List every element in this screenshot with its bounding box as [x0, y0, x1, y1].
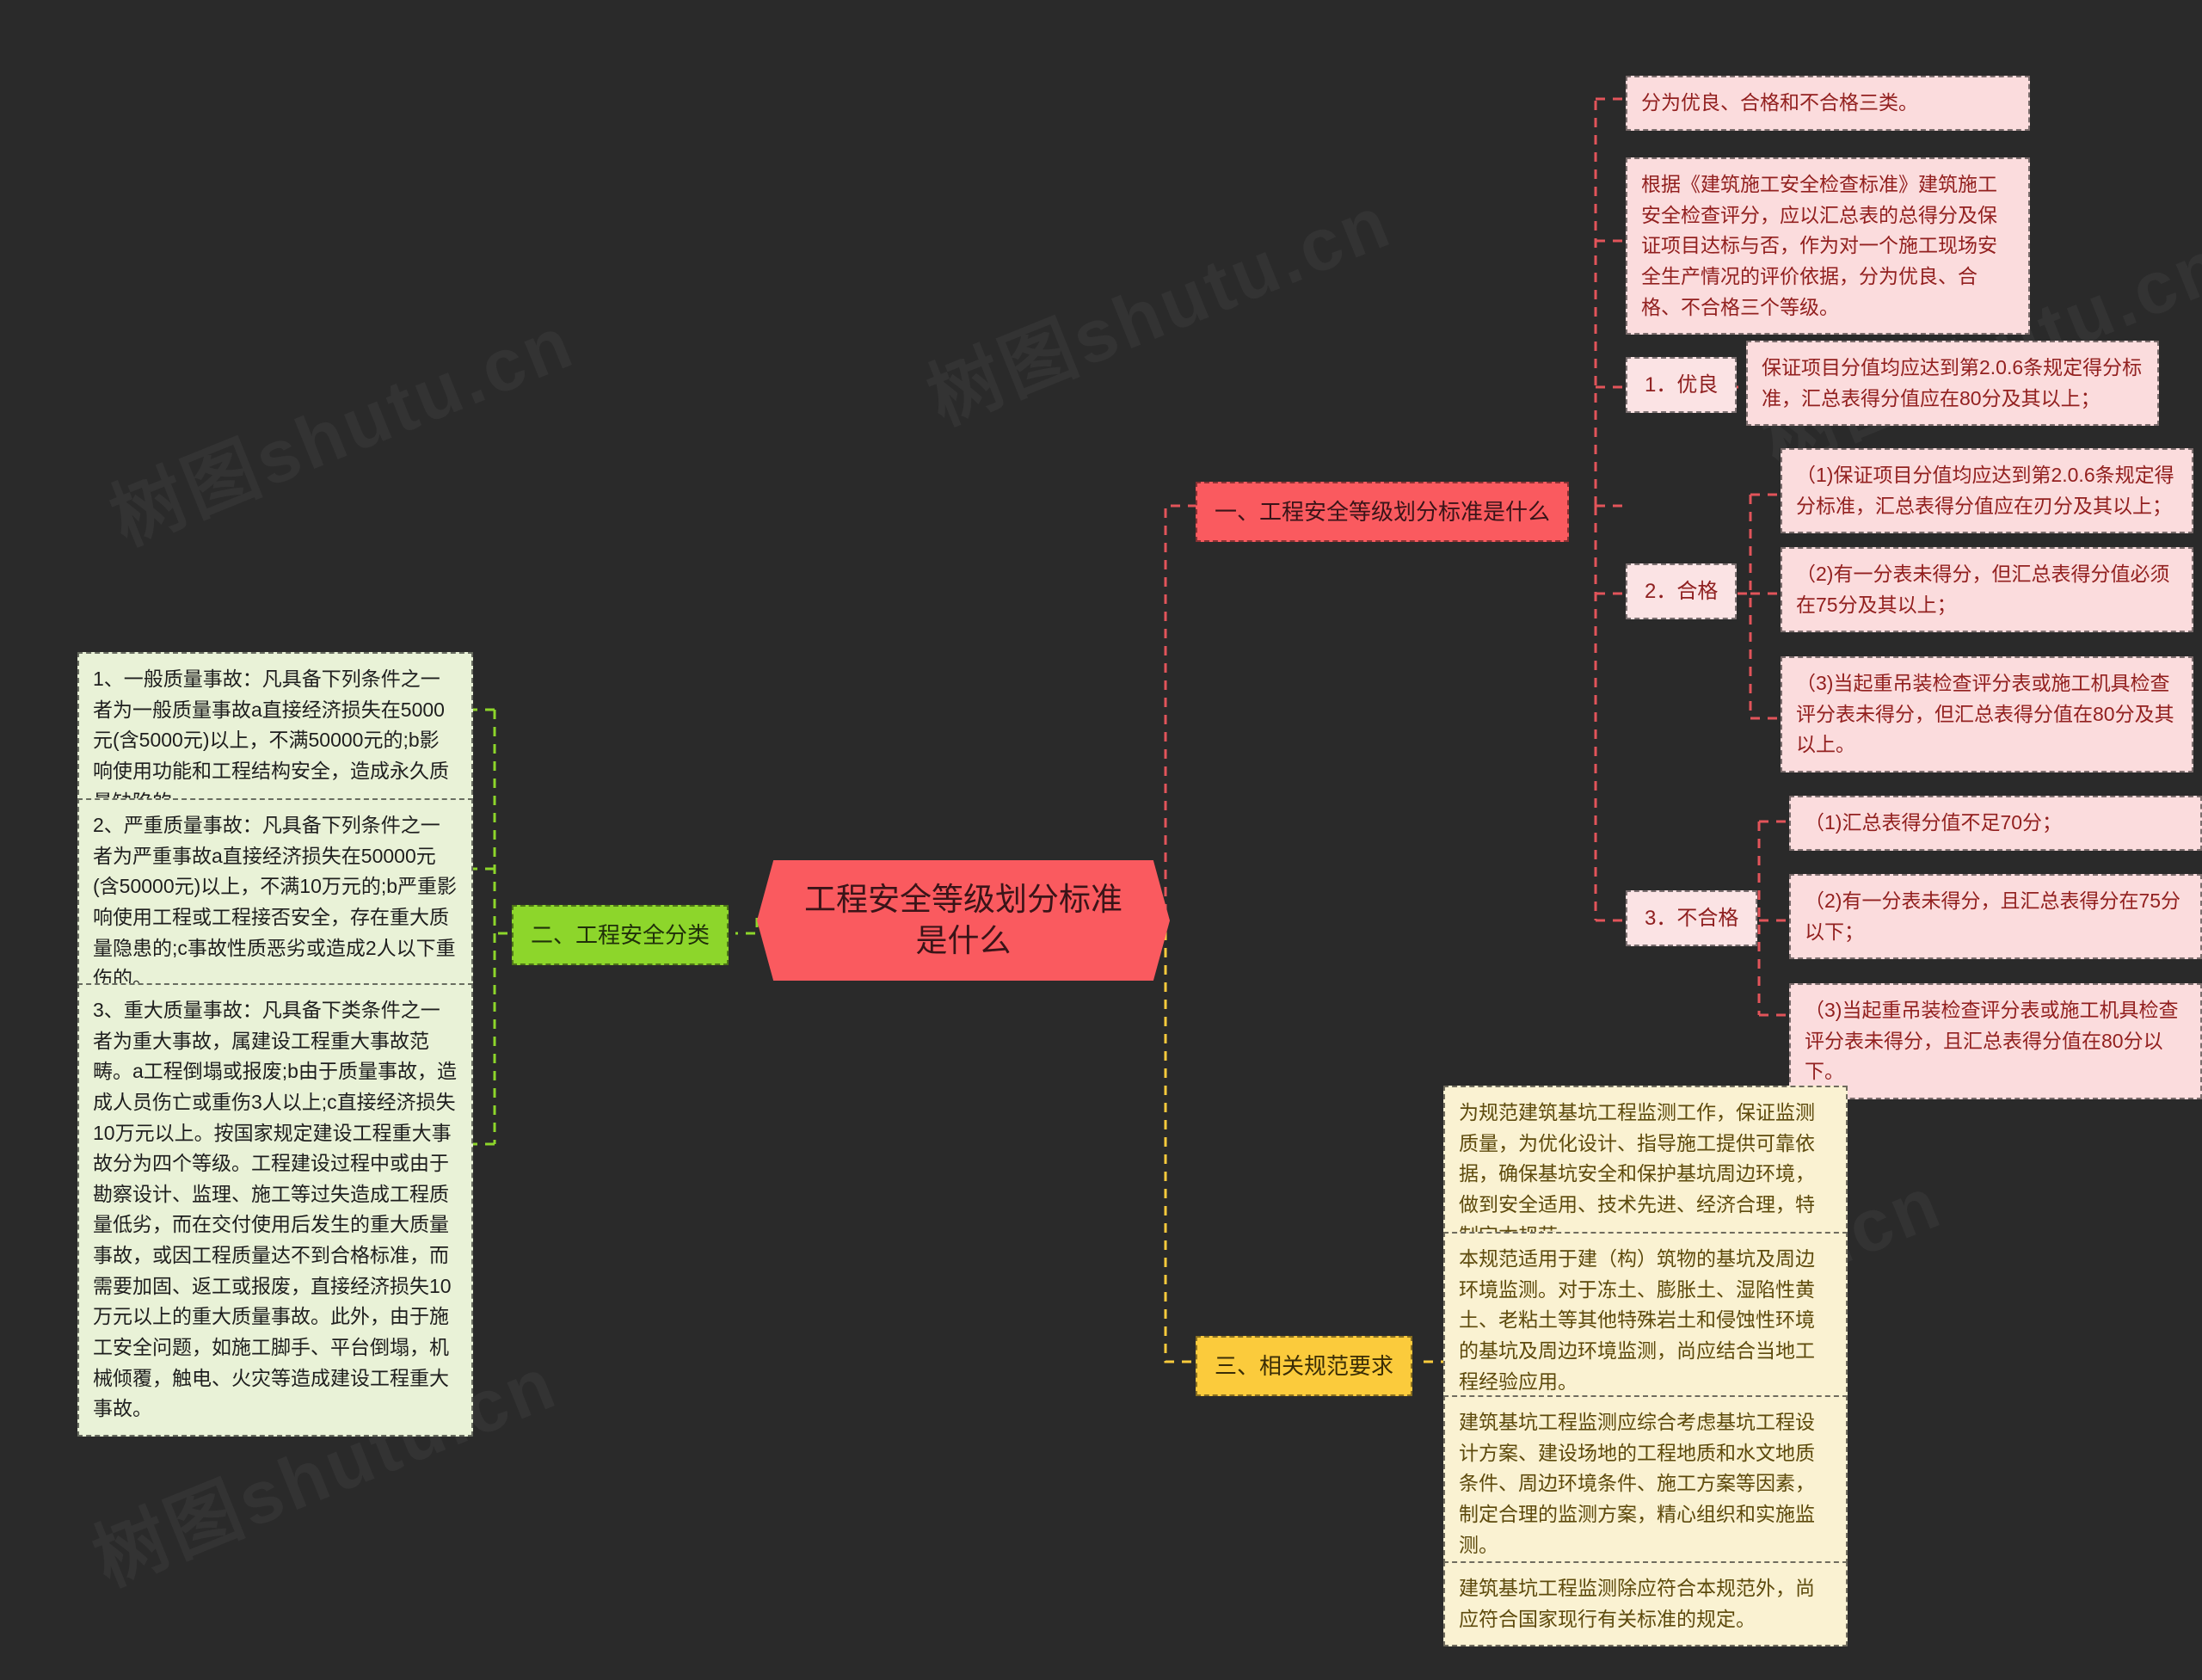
- chip-grade-qualified[interactable]: 2．合格: [1626, 563, 1738, 620]
- watermark: 树图shutu.cn: [92, 282, 587, 566]
- leaf-b3-item-4[interactable]: 建筑基坑工程监测除应符合本规范外，尚应符合国家现行有关标准的规定。: [1443, 1561, 1848, 1647]
- leaf-b1-intro-1[interactable]: 分为优良、合格和不合格三类。: [1626, 76, 2030, 131]
- root-node[interactable]: 工程安全等级划分标准是什么: [757, 860, 1170, 982]
- leaf-b2-item-3[interactable]: 3、重大质量事故：凡具备下类条件之一者为重大事故，属建设工程重大事故范畴。a工程…: [77, 983, 473, 1437]
- leaf-grade-excellent-1[interactable]: 保证项目分值均应达到第2.0.6条规定得分标准，汇总表得分值应在80分及其以上；: [1746, 341, 2159, 427]
- leaf-b1-intro-2[interactable]: 根据《建筑施工安全检查标准》建筑施工安全检查评分，应以汇总表的总得分及保证项目达…: [1626, 157, 2030, 335]
- mindmap-canvas: 树图shutu.cn 树图shutu.cn 树图shutu.cn 树图shutu…: [0, 0, 2202, 1680]
- branch-node-1[interactable]: 一、工程安全等级划分标准是什么: [1196, 482, 1570, 543]
- leaf-grade-qualified-2[interactable]: （2)有一分表未得分，但汇总表得分值必须在75分及其以上；: [1781, 547, 2193, 633]
- leaf-b2-item-2[interactable]: 2、严重质量事故：凡具备下列条件之一者为严重事故a直接经济损失在50000元(含…: [77, 798, 473, 1006]
- leaf-grade-unqualified-3[interactable]: （3)当起重吊装检查评分表或施工机具检查评分表未得分，且汇总表得分值在80分以下…: [1789, 983, 2202, 1099]
- branch-node-2[interactable]: 二、工程安全分类: [512, 905, 729, 966]
- leaf-b3-item-3[interactable]: 建筑基坑工程监测应综合考虑基坑工程设计方案、建设场地的工程地质和水文地质条件、周…: [1443, 1395, 1848, 1573]
- branch-node-3[interactable]: 三、相关规范要求: [1196, 1336, 1413, 1397]
- watermark: 树图shutu.cn: [909, 162, 1405, 446]
- leaf-grade-qualified-1[interactable]: （1)保证项目分值均应达到第2.0.6条规定得分标准，汇总表得分值应在刃分及其以…: [1781, 448, 2193, 534]
- leaf-b3-item-2[interactable]: 本规范适用于建（构）筑物的基坑及周边环境监测。对于冻土、膨胀土、湿陷性黄土、老粘…: [1443, 1232, 1848, 1410]
- leaf-grade-unqualified-1[interactable]: （1)汇总表得分值不足70分；: [1789, 796, 2202, 851]
- chip-grade-excellent[interactable]: 1．优良: [1626, 357, 1738, 414]
- leaf-grade-unqualified-2[interactable]: （2)有一分表未得分，且汇总表得分在75分以下；: [1789, 874, 2202, 960]
- leaf-grade-qualified-3[interactable]: （3)当起重吊装检查评分表或施工机具检查评分表未得分，但汇总表得分值在80分及其…: [1781, 656, 2193, 772]
- chip-grade-unqualified[interactable]: 3．不合格: [1626, 890, 1758, 947]
